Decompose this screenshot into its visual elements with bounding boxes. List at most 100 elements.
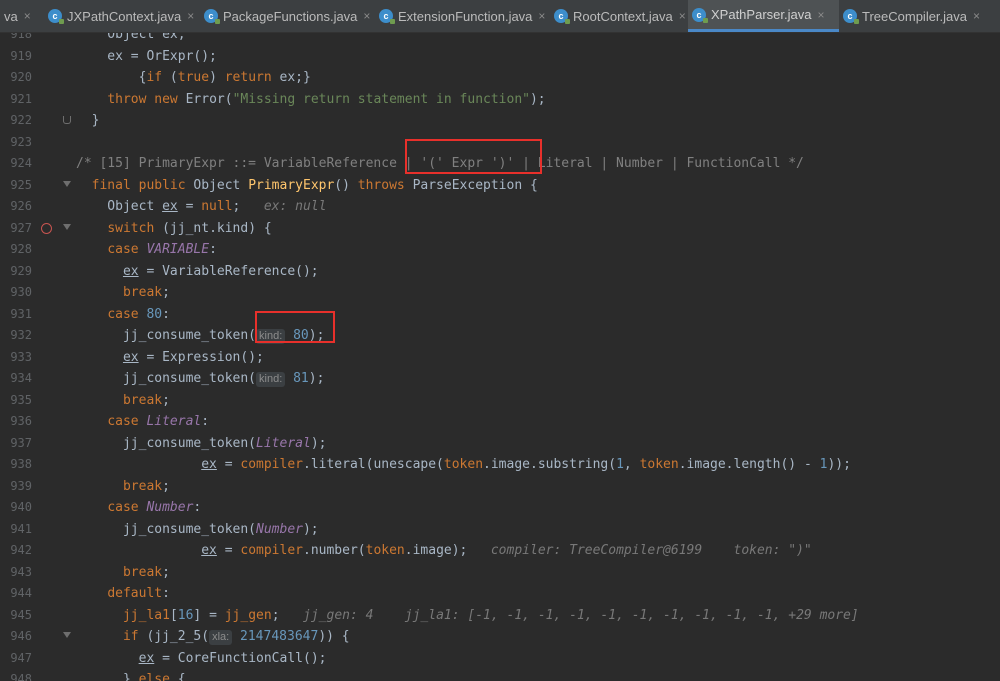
code-line[interactable]: 942 ex = compiler.number(token.image); c… xyxy=(0,540,1000,562)
code-line[interactable]: 934 jj_consume_token(kind: 81); xyxy=(0,368,1000,390)
code-editor[interactable]: 918 Object ex; 919 ex = OrExpr(); 920 {if … xyxy=(0,33,1000,681)
tab-jxpathcontext-java[interactable]: c JXPathContext.java × xyxy=(44,0,200,32)
code-line[interactable]: 940 case Number: xyxy=(0,497,1000,519)
line-number[interactable]: 937 xyxy=(0,433,32,455)
line-number[interactable]: 946 xyxy=(0,626,32,648)
code-line[interactable]: 926 Object ex = null; ex: null xyxy=(0,196,1000,218)
code-token: (jj_nt.kind) { xyxy=(154,220,272,236)
close-icon[interactable]: × xyxy=(363,9,370,23)
code-token: = xyxy=(216,543,241,558)
code-line[interactable]: 932 jj_consume_token(kind: 80); xyxy=(0,325,1000,347)
code-line[interactable]: 948 } else { xyxy=(0,669,1000,681)
class-icon: c xyxy=(379,9,395,24)
fold-icon[interactable] xyxy=(63,116,71,124)
code-line[interactable]: 944 default: xyxy=(0,583,1000,605)
line-number[interactable]: 936 xyxy=(0,411,32,433)
code-line[interactable]: 920 {if (true) return ex;} xyxy=(0,67,1000,89)
code-line[interactable]: 938 ex = compiler.literal(unescape(token… xyxy=(0,454,1000,476)
code-line[interactable]: 922 } xyxy=(0,110,1000,132)
line-number[interactable]: 929 xyxy=(0,261,32,283)
code-line[interactable]: 935 break; xyxy=(0,390,1000,412)
code-line[interactable]: 931 case 80: xyxy=(0,304,1000,326)
code-token: Number xyxy=(146,500,194,515)
code-line[interactable]: 933 ex = Expression(); xyxy=(0,347,1000,369)
code-token: else xyxy=(138,672,170,681)
line-number[interactable]: 930 xyxy=(0,282,32,304)
fold-icon[interactable] xyxy=(63,223,71,230)
tab-extensionfunction-java[interactable]: c ExtensionFunction.java × xyxy=(375,0,550,32)
line-number[interactable]: 943 xyxy=(0,562,32,584)
code-line[interactable]: 941 jj_consume_token(Number); xyxy=(0,519,1000,541)
line-number[interactable]: 944 xyxy=(0,583,32,605)
close-icon[interactable]: × xyxy=(817,8,824,22)
line-number[interactable]: 938 xyxy=(0,454,32,476)
code-token: [ xyxy=(169,607,178,623)
line-number[interactable]: 948 xyxy=(0,669,32,681)
line-number[interactable]: 927 xyxy=(0,218,32,240)
line-number[interactable]: 932 xyxy=(0,325,32,347)
line-number[interactable]: 926 xyxy=(0,196,32,218)
code-token: jj_consume_token( xyxy=(76,328,257,343)
code-line[interactable]: 947 ex = CoreFunctionCall(); xyxy=(0,648,1000,670)
code-line[interactable]: 936 case Literal: xyxy=(0,411,1000,433)
line-number[interactable]: 920 xyxy=(0,67,32,89)
code-line[interactable]: 919 ex = OrExpr(); xyxy=(0,46,1000,68)
code-token: ); xyxy=(529,91,546,107)
line-number[interactable]: 940 xyxy=(0,497,32,519)
code-line[interactable]: 937 jj_consume_token(Literal); xyxy=(0,433,1000,455)
code-token: throw new xyxy=(107,91,178,107)
line-number[interactable]: 925 xyxy=(0,175,32,197)
code-line[interactable]: 921 throw new Error("Missing return stat… xyxy=(0,89,1000,111)
code-line[interactable]: 918 Object ex; xyxy=(0,33,1000,46)
line-number[interactable]: 922 xyxy=(0,110,32,132)
line-number[interactable]: 933 xyxy=(0,347,32,369)
tab-packagefunctions-java[interactable]: c PackageFunctions.java × xyxy=(200,0,375,32)
line-number[interactable]: 941 xyxy=(0,519,32,541)
code-line[interactable]: 927 switch (jj_nt.kind) { xyxy=(0,218,1000,240)
code-line[interactable]: 929 ex = VariableReference(); xyxy=(0,261,1000,283)
line-number[interactable]: 918 xyxy=(0,33,32,46)
code-token: = VariableReference(); xyxy=(138,263,319,279)
line-number[interactable]: 939 xyxy=(0,476,32,498)
tab-xpathparser-java[interactable]: c XPathParser.java × xyxy=(688,0,839,32)
line-number[interactable]: 919 xyxy=(0,46,32,68)
line-number[interactable]: 921 xyxy=(0,89,32,111)
line-number[interactable]: 934 xyxy=(0,368,32,390)
breakpoint-icon[interactable] xyxy=(41,222,52,234)
code-line[interactable]: 939 break; xyxy=(0,476,1000,498)
line-number[interactable]: 931 xyxy=(0,304,32,326)
fold-icon[interactable] xyxy=(63,180,71,187)
close-icon[interactable]: × xyxy=(538,9,545,23)
fold-icon[interactable] xyxy=(63,632,71,638)
line-number[interactable]: 923 xyxy=(0,132,32,154)
tab-rootcontext-java[interactable]: c RootContext.java × xyxy=(550,0,688,32)
line-number[interactable]: 945 xyxy=(0,605,32,627)
code-line[interactable]: 925 final public Object PrimaryExpr() th… xyxy=(0,175,1000,197)
line-number[interactable]: 935 xyxy=(0,390,32,412)
close-icon[interactable]: × xyxy=(187,9,194,23)
code-line[interactable]: 928 case VARIABLE: xyxy=(0,239,1000,261)
code-token: ex xyxy=(201,543,217,558)
line-number[interactable]: 928 xyxy=(0,239,32,261)
code-line[interactable]: 946 if (jj_2_5(xla: 2147483647)) { xyxy=(0,626,1000,648)
code-token: 16 xyxy=(177,607,194,623)
line-number[interactable]: 924 xyxy=(0,153,32,175)
code-token: ex xyxy=(162,199,178,214)
code-line[interactable]: 943 break; xyxy=(0,562,1000,584)
close-icon[interactable]: × xyxy=(24,9,31,23)
code-line[interactable]: 945 jj_la1[16] = jj_gen; jj_gen: 4 jj_la… xyxy=(0,605,1000,627)
close-icon[interactable]: × xyxy=(679,9,686,23)
line-number[interactable]: 942 xyxy=(0,540,32,562)
code-token: Error( xyxy=(177,91,233,107)
code-token: return xyxy=(224,70,272,85)
tab-va[interactable]: va × xyxy=(0,0,44,32)
code-token: ex xyxy=(122,349,139,365)
code-line[interactable]: 930 break; xyxy=(0,282,1000,304)
close-icon[interactable]: × xyxy=(973,9,980,23)
code-token: { xyxy=(169,672,186,681)
tab-treecompiler-java[interactable]: c TreeCompiler.java × xyxy=(839,0,1000,32)
line-number[interactable]: 947 xyxy=(0,648,32,670)
